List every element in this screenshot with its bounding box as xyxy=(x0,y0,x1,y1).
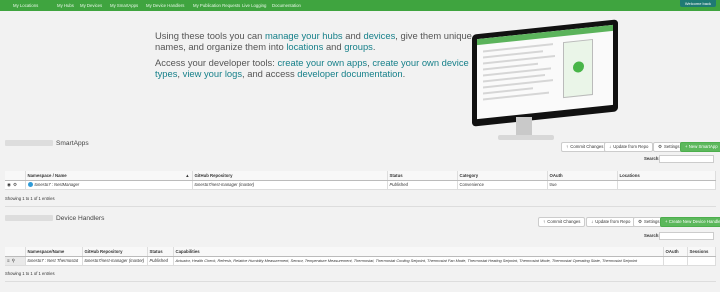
link-groups[interactable]: groups xyxy=(344,41,373,52)
status-cell: Published xyxy=(147,256,174,266)
col-oauth[interactable]: OAuth xyxy=(547,171,618,181)
col-github-repository[interactable]: GitHub Repository xyxy=(82,247,148,257)
sort-icon: ▲ xyxy=(185,172,190,178)
monitor-stand xyxy=(516,117,532,137)
nav-my-device-handlers[interactable]: My Device Handlers xyxy=(146,3,184,8)
dh-commit-button[interactable]: ↑ Commit Changes xyxy=(538,217,586,227)
create-device-handler-button[interactable]: + Create New Device Handler xyxy=(660,217,720,227)
category-cell: Convenience xyxy=(457,180,548,190)
monitor-screen xyxy=(477,24,613,120)
gear-icon: ⚙ xyxy=(638,219,643,224)
col-oauth[interactable]: OAuth xyxy=(663,247,688,257)
dh-update-button[interactable]: ↓ Update from Repo xyxy=(586,217,636,227)
col-status[interactable]: Status xyxy=(147,247,174,257)
upload-icon: ↑ xyxy=(543,219,546,224)
monitor-illustration xyxy=(460,19,620,147)
download-icon: ↓ xyxy=(591,219,594,224)
table-row: ≡ ⚲ tonesto7 : Nest Thermostat tonesto7/n… xyxy=(5,256,716,266)
link-view-logs[interactable]: view your logs xyxy=(183,68,242,79)
col-sessions[interactable]: Sessions xyxy=(687,247,716,257)
status-cell: Published xyxy=(387,180,458,190)
smartapps-title: SmartApps xyxy=(5,140,89,147)
download-icon: ↓ xyxy=(609,144,612,149)
sessions-cell xyxy=(687,256,716,266)
smartapps-showing-entries: Showing 1 to 1 of 1 entries xyxy=(5,196,55,201)
link-devices[interactable]: devices xyxy=(363,30,395,41)
hero-paragraph-1: Using these tools you can manage your hu… xyxy=(155,30,472,52)
gear-icon: ⚙ xyxy=(658,144,663,149)
link-manage-hubs[interactable]: manage your hubs xyxy=(265,30,343,41)
hero-paragraph-2: Access your developer tools: create your… xyxy=(155,57,469,79)
nav-my-publication-requests[interactable]: My Publication Requests xyxy=(193,3,240,8)
nav-documentation[interactable]: Documentation xyxy=(272,3,301,8)
top-nav: My Locations My Hubs My Devices My Smart… xyxy=(0,0,720,11)
link-developer-docs[interactable]: developer documentation xyxy=(297,68,402,79)
col-namespace-name[interactable]: Namespace/Name xyxy=(25,247,83,257)
device-handlers-table: Namespace/Name GitHub Repository Status … xyxy=(5,247,716,266)
nav-my-smartapps[interactable]: My SmartApps xyxy=(110,3,138,8)
device-handlers-title: Device Handlers xyxy=(5,215,104,222)
nav-my-devices[interactable]: My Devices xyxy=(80,3,102,8)
welcome-menu[interactable]: Welcome back xyxy=(679,0,716,7)
dh-showing-entries: Showing 1 to 1 of 1 entries xyxy=(5,271,55,276)
smartapp-icon xyxy=(27,182,33,188)
section-divider xyxy=(5,206,716,207)
link-locations[interactable]: locations xyxy=(286,41,323,52)
table-row: ◉ ⚙ tonesto7 : NestManager tonesto7/nest-… xyxy=(5,180,716,190)
nav-my-locations[interactable]: My Locations xyxy=(13,3,38,8)
smartapps-table: Namespace / Name ▲ GitHub Repository Stat… xyxy=(5,171,716,190)
dh-name-link[interactable]: tonesto7 : Nest Thermostat xyxy=(25,256,83,266)
search-icon[interactable]: ⚲ xyxy=(12,258,15,264)
smartapps-search-input[interactable] xyxy=(659,155,714,163)
gear-icon[interactable]: ⚙ xyxy=(13,182,17,188)
nav-my-hubs[interactable]: My Hubs xyxy=(57,3,74,8)
repo-cell: tonesto7/nest-manager (master) xyxy=(82,256,148,266)
hamburger-icon[interactable]: ≡ xyxy=(7,258,10,263)
dh-search-input[interactable] xyxy=(659,232,714,240)
hero: Using these tools you can manage your hu… xyxy=(0,11,720,141)
locations-cell xyxy=(617,180,716,190)
dh-search-label: Search: xyxy=(644,233,660,238)
capabilities-cell: Actuator, Health Check, Refresh, Relativ… xyxy=(173,256,664,266)
smartapps-commit-button[interactable]: ↑ Commit Changes xyxy=(561,142,609,152)
smartapps-update-button[interactable]: ↓ Update from Repo xyxy=(604,142,654,152)
col-status[interactable]: Status xyxy=(387,171,458,181)
oauth-cell: true xyxy=(547,180,618,190)
smartapps-search-label: Search: xyxy=(644,156,660,161)
col-capabilities[interactable]: Capabilities xyxy=(173,247,664,257)
nav-live-logging[interactable]: Live Logging xyxy=(242,3,266,8)
oauth-cell xyxy=(663,256,688,266)
smartapp-name-link[interactable]: tonesto7 : NestManager xyxy=(35,182,80,187)
eye-icon[interactable]: ◉ xyxy=(7,182,11,188)
repo-cell: tonesto7/nest-manager (master) xyxy=(192,180,388,190)
monitor-frame xyxy=(472,19,618,127)
upload-icon: ↑ xyxy=(566,144,569,149)
table-header-row: Namespace / Name ▲ GitHub Repository Stat… xyxy=(5,171,716,181)
phone-preview xyxy=(563,38,593,99)
monitor-base xyxy=(498,135,554,140)
col-github-repository[interactable]: GitHub Repository xyxy=(192,171,388,181)
col-locations[interactable]: Locations xyxy=(617,171,716,181)
hero-text: Using these tools you can manage your hu… xyxy=(155,30,480,84)
col-category[interactable]: Category xyxy=(457,171,548,181)
new-smartapp-button[interactable]: + New SmartApp xyxy=(680,142,720,152)
link-create-apps[interactable]: create your own apps xyxy=(277,57,367,68)
section-divider xyxy=(5,281,716,282)
col-namespace-name[interactable]: Namespace / Name ▲ xyxy=(25,171,193,181)
table-header-row: Namespace/Name GitHub Repository Status … xyxy=(5,247,716,257)
